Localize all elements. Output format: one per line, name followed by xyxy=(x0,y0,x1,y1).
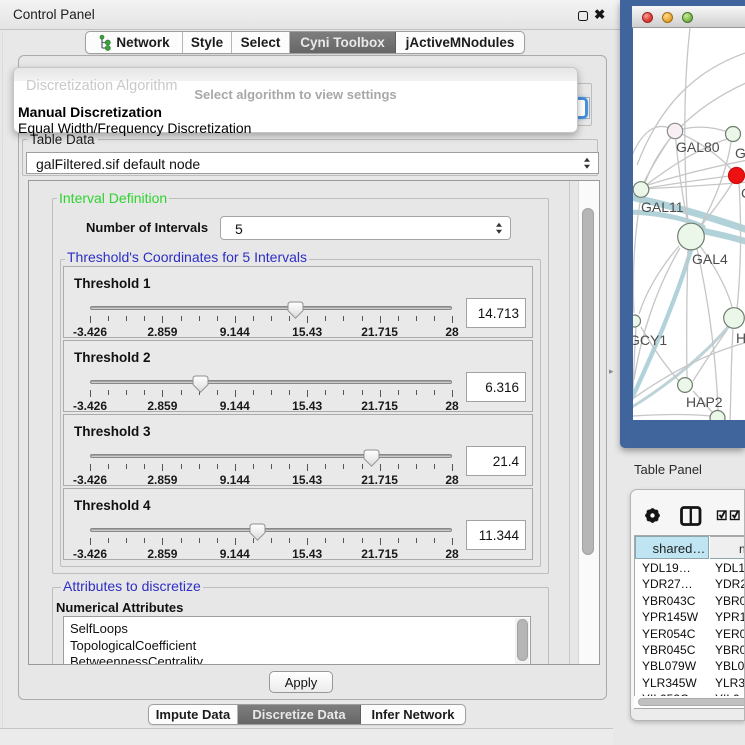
svg-text:G.: G. xyxy=(735,145,745,161)
svg-text:HAP2: HAP2 xyxy=(686,394,723,410)
svg-text:GAL4: GAL4 xyxy=(692,251,728,267)
svg-text:GAL11: GAL11 xyxy=(641,199,684,215)
svg-text:H: H xyxy=(736,330,745,346)
svg-text:GCY1: GCY1 xyxy=(633,332,667,348)
svg-text:GAL80: GAL80 xyxy=(676,139,720,155)
svg-text:C: C xyxy=(741,185,745,201)
